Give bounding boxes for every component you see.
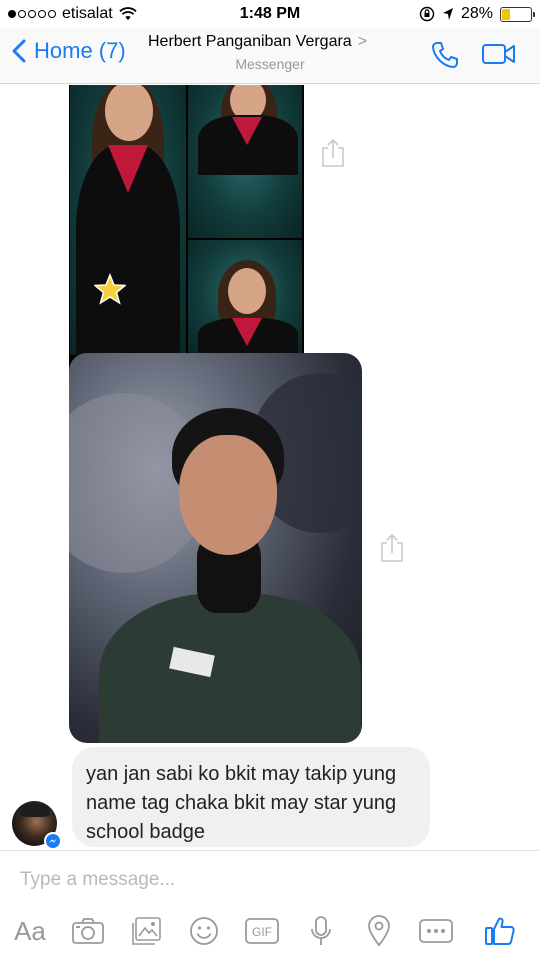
composer-toolbar: Aa GIF — [0, 911, 540, 951]
message-input[interactable] — [20, 865, 520, 895]
chevron-right-icon: > — [357, 33, 368, 50]
share-icon[interactable] — [320, 138, 346, 168]
status-right: 28% — [419, 5, 535, 23]
location-arrow-icon — [442, 8, 453, 20]
conversation-header: Home (7) Herbert Panganiban Vergara > Mes… — [0, 28, 540, 84]
more-icon[interactable] — [417, 911, 455, 951]
contact-name: Herbert Panganiban Vergara — [148, 33, 352, 50]
gif-icon[interactable]: GIF — [244, 911, 280, 951]
like-icon[interactable] — [482, 911, 518, 951]
graduation-photo — [188, 85, 302, 238]
phone-icon[interactable] — [430, 40, 460, 70]
message-list[interactable]: yan jan sabi ko bkit may takip yung name… — [0, 85, 540, 850]
share-icon[interactable] — [379, 533, 405, 563]
contact-name-button[interactable]: Herbert Panganiban Vergara > — [148, 33, 367, 51]
camera-icon[interactable] — [70, 911, 106, 951]
text-format-button[interactable]: Aa — [10, 911, 50, 951]
emoji-icon[interactable] — [187, 911, 221, 951]
video-camera-icon[interactable] — [481, 42, 517, 66]
message-composer: Aa — [0, 850, 540, 960]
status-bar: etisalat 1:48 PM 28% — [0, 0, 540, 28]
location-icon[interactable] — [366, 911, 392, 951]
graduation-photo — [188, 240, 302, 355]
microphone-icon[interactable] — [308, 911, 334, 951]
messenger-badge-icon — [44, 832, 62, 850]
svg-text:GIF: GIF — [252, 925, 272, 939]
battery-percent: 28% — [460, 5, 493, 22]
graduation-photo — [70, 85, 186, 355]
battery-icon — [500, 6, 535, 22]
portrait-photo-message[interactable] — [69, 353, 362, 743]
text-message-bubble[interactable]: yan jan sabi ko bkit may takip yung name… — [72, 747, 430, 847]
star-icon — [94, 273, 126, 305]
orientation-lock-icon — [419, 6, 435, 22]
gallery-icon[interactable] — [128, 911, 164, 951]
